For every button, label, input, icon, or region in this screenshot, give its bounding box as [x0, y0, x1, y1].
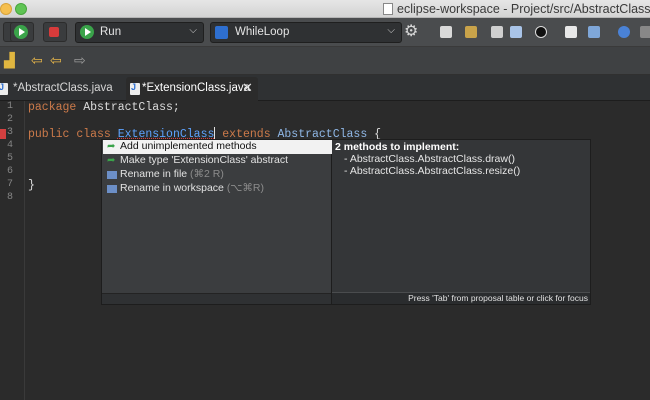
forward-icon[interactable]: ⇨	[74, 52, 86, 68]
bookmark-icon[interactable]: ▟	[4, 52, 15, 68]
quickfix-proposal-list[interactable]: ➦ Add unimplemented methods ➦ Make type …	[101, 139, 332, 305]
line-number-gutter: 1 2 3 4 5 6 7 8	[0, 101, 25, 400]
stop-icon	[49, 27, 59, 37]
keyword-public: public	[28, 128, 70, 141]
line-number: 8	[7, 192, 14, 203]
java-file-icon	[130, 82, 140, 95]
rename-icon	[107, 171, 117, 179]
editor-tab-bar: *AbstractClass.java *ExtensionClass.java…	[0, 75, 650, 101]
document-icon	[383, 3, 393, 15]
focus-hint-text: Press 'Tab' from proposal table or click…	[408, 293, 588, 303]
line-number: 2	[7, 114, 14, 125]
debug-icon[interactable]	[535, 26, 547, 38]
package-name: AbstractClass;	[76, 101, 180, 114]
quickfix-arrow-icon: ➦	[107, 141, 116, 152]
line-number: 4	[7, 140, 14, 151]
line-number: 7	[7, 179, 14, 190]
detail-method: - AbstractClass.AbstractClass.draw()	[344, 153, 515, 165]
chevron-down-icon: ⌵	[189, 25, 197, 36]
detail-status-bar: Press 'Tab' from proposal table or click…	[332, 292, 590, 304]
tab-label: *AbstractClass.java	[13, 82, 113, 94]
perspective-icon[interactable]	[565, 26, 577, 38]
run-mode-icon	[80, 25, 94, 39]
error-marker-icon[interactable]	[0, 129, 6, 139]
code-line-close: }	[28, 179, 35, 192]
chevron-down-icon: ⌵	[387, 25, 395, 36]
proposal-label: Rename in workspace	[120, 182, 224, 194]
line-number: 6	[7, 166, 14, 177]
gear-icon[interactable]: ⚙	[404, 23, 418, 41]
keyword-package: package	[28, 101, 77, 114]
line-number: 5	[7, 153, 14, 164]
window-title: eclipse-workspace - Project/src/Abstract…	[397, 2, 650, 16]
code-line-package: package AbstractClass;	[28, 101, 180, 114]
proposal-label: Rename in file	[120, 168, 188, 180]
launch-target-select[interactable]: WhileLoop ⌵	[210, 22, 402, 43]
back-icon[interactable]: ⇦	[31, 52, 43, 68]
save-icon[interactable]	[491, 26, 503, 38]
launch-target-label: WhileLoop	[235, 26, 290, 38]
quickfix-arrow-icon: ➦	[107, 155, 116, 166]
overflow-icon[interactable]	[640, 26, 650, 38]
play-icon	[14, 25, 28, 39]
new-file-icon[interactable]	[440, 26, 452, 38]
eclipse-window: eclipse-workspace - Project/src/Abstract…	[0, 0, 650, 400]
rename-icon	[107, 185, 117, 193]
line-number: 3	[7, 127, 14, 138]
quickfix-detail-pane[interactable]: 2 methods to implement: - AbstractClass.…	[332, 139, 591, 305]
java-app-icon	[215, 26, 228, 39]
tab-label: *ExtensionClass.java	[142, 82, 251, 94]
search-icon[interactable]	[618, 26, 630, 38]
launch-mode-label: Run	[100, 26, 122, 38]
launch-mode-select[interactable]: Run ⌵	[75, 22, 204, 43]
shortcut-hint: (⌥⌘R)	[226, 182, 264, 194]
proposal-rename-workspace[interactable]: Rename in workspace (⌥⌘R)	[103, 182, 332, 196]
proposal-rename-file[interactable]: Rename in file (⌘2 R)	[103, 168, 332, 182]
secondary-toolbar: ▟ ⇦ ⇦ ⇨	[0, 47, 650, 75]
detail-method: - AbstractClass.AbstractClass.resize()	[344, 165, 521, 177]
run-button[interactable]	[10, 22, 34, 42]
minimize-button[interactable]	[0, 3, 12, 15]
proposal-make-abstract[interactable]: ➦ Make type 'ExtensionClass' abstract	[103, 154, 332, 168]
tab-abstract-class[interactable]: *AbstractClass.java	[0, 77, 120, 101]
close-icon[interactable]: ✕	[242, 80, 253, 96]
zoom-button[interactable]	[15, 3, 27, 15]
task-list-icon[interactable]	[588, 26, 600, 38]
list-footer	[102, 293, 331, 304]
back-history-icon[interactable]: ⇦	[50, 52, 62, 68]
tab-extension-class[interactable]: *ExtensionClass.java ✕	[126, 77, 258, 101]
main-toolbar: Run ⌵ WhileLoop ⌵ ⚙	[0, 18, 650, 47]
title-bar: eclipse-workspace - Project/src/Abstract…	[0, 0, 650, 18]
text-caret	[214, 127, 216, 139]
line-number: 1	[7, 101, 14, 112]
save-all-icon[interactable]	[510, 26, 522, 38]
proposal-add-unimplemented[interactable]: ➦ Add unimplemented methods	[103, 140, 332, 154]
shortcut-hint: (⌘2 R)	[190, 168, 224, 180]
java-file-icon	[0, 82, 8, 95]
detail-title: 2 methods to implement:	[335, 141, 460, 153]
stop-button[interactable]	[43, 22, 67, 42]
new-package-icon[interactable]	[465, 26, 477, 38]
